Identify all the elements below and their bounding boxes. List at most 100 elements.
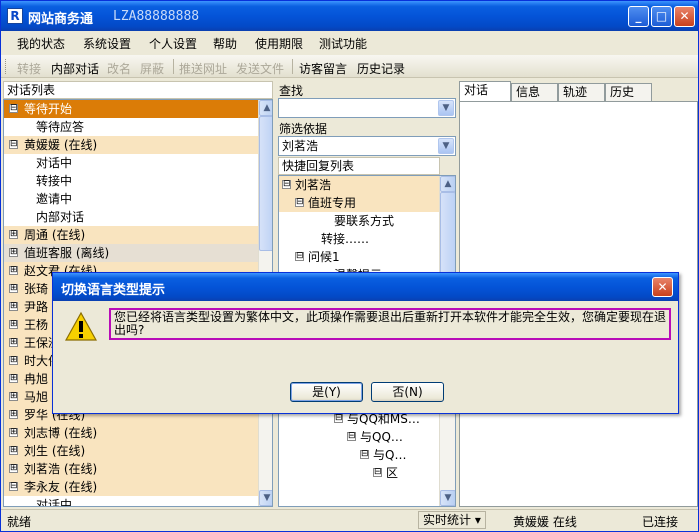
conversation-row-label: 尹路 bbox=[24, 300, 49, 314]
quick-reply-label: 值班专用 bbox=[308, 196, 357, 210]
expand-icon[interactable]: ⊞ bbox=[9, 410, 18, 419]
conversation-row-label: 张琦 bbox=[24, 282, 49, 296]
conversation-status-row[interactable]: 对话中 bbox=[4, 496, 258, 506]
expand-icon[interactable]: ⊞ bbox=[9, 284, 18, 293]
minimize-button[interactable]: _ bbox=[628, 6, 649, 27]
collapse-icon[interactable]: ⊟ bbox=[347, 432, 356, 441]
expand-icon[interactable]: ⊞ bbox=[9, 248, 18, 257]
search-combo[interactable]: ▼ bbox=[278, 98, 456, 118]
collapse-icon[interactable]: ⊟ bbox=[282, 180, 291, 189]
collapse-icon[interactable]: ⊟ bbox=[9, 104, 18, 113]
filter-combo-value: 刘茗浩 bbox=[282, 139, 319, 153]
conversation-row-label: 邀请中 bbox=[36, 192, 73, 206]
yes-button[interactable]: 是(Y) bbox=[290, 382, 363, 402]
conversation-group-row[interactable]: ⊞ 刘茗浩 (在线) bbox=[4, 460, 258, 478]
collapse-icon[interactable]: ⊟ bbox=[295, 198, 304, 207]
collapse-icon[interactable]: ⊟ bbox=[334, 414, 343, 423]
menu-system-settings[interactable]: 系统设置 bbox=[83, 35, 131, 52]
expand-icon[interactable]: ⊞ bbox=[9, 428, 18, 437]
scroll-up-arrow-icon[interactable]: ▲ bbox=[440, 176, 455, 192]
conversation-group-row[interactable]: ⊞ 周通 (在线) bbox=[4, 226, 258, 244]
quick-reply-row[interactable]: 要联系方式 bbox=[279, 212, 439, 230]
rename-button[interactable]: 改名 bbox=[107, 60, 131, 77]
conversation-group-row[interactable]: ⊞ 刘志博 (在线) bbox=[4, 424, 258, 442]
tab-info[interactable]: 信息 bbox=[511, 83, 558, 101]
push-url-button[interactable]: 推送网址 bbox=[179, 60, 227, 77]
conversation-row-label: 冉旭 bbox=[24, 372, 49, 386]
dialog-title-bar[interactable]: 切换语言类型提示 ✕ bbox=[53, 273, 678, 301]
expand-icon[interactable]: ⊞ bbox=[9, 230, 18, 239]
dialog-message: 您已经将语言类型设置为繁体中文，此项操作需要退出后重新打开本软件才能完全生效，您… bbox=[114, 310, 667, 337]
menu-usage-period[interactable]: 使用期限 bbox=[255, 35, 303, 52]
chevron-down-icon[interactable]: ▼ bbox=[438, 138, 454, 154]
conversation-status-row[interactable]: 转接中 bbox=[4, 172, 258, 190]
conversation-group-row[interactable]: ⊟ 黄媛媛 (在线) bbox=[4, 136, 258, 154]
scroll-up-arrow-icon[interactable]: ▲ bbox=[259, 100, 272, 116]
quick-reply-row[interactable]: ⊟ 与Q… bbox=[279, 446, 439, 464]
send-file-button[interactable]: 发送文件 bbox=[236, 60, 284, 77]
scroll-down-arrow-icon[interactable]: ▼ bbox=[440, 490, 455, 506]
collapse-icon[interactable]: ⊟ bbox=[9, 482, 18, 491]
expand-icon[interactable]: ⊞ bbox=[9, 320, 18, 329]
conversation-status-row[interactable]: 内部对话 bbox=[4, 208, 258, 226]
expand-icon[interactable]: ⊞ bbox=[9, 446, 18, 455]
menu-help[interactable]: 帮助 bbox=[213, 35, 237, 52]
expand-icon[interactable]: ⊞ bbox=[9, 302, 18, 311]
expand-icon[interactable]: ⊞ bbox=[9, 338, 18, 347]
tab-trail[interactable]: 轨迹 bbox=[558, 83, 605, 101]
chevron-down-icon[interactable]: ▼ bbox=[438, 100, 454, 116]
quick-reply-header: 快捷回复列表 bbox=[278, 157, 440, 175]
expand-icon[interactable]: ⊞ bbox=[9, 464, 18, 473]
quick-reply-label: 区 bbox=[386, 466, 399, 480]
visitor-messages-button[interactable]: 访客留言 bbox=[299, 60, 347, 77]
search-label: 查找 bbox=[279, 84, 304, 98]
collapse-icon[interactable]: ⊟ bbox=[9, 140, 18, 149]
toolbar-grip[interactable] bbox=[5, 59, 8, 74]
menu-personal-settings[interactable]: 个人设置 bbox=[149, 35, 197, 52]
collapse-icon[interactable]: ⊟ bbox=[360, 450, 369, 459]
no-button[interactable]: 否(N) bbox=[371, 382, 444, 402]
transfer-button[interactable]: 转接 bbox=[17, 60, 41, 77]
quick-reply-row[interactable]: ⊟ 刘茗浩 bbox=[279, 176, 439, 194]
quick-reply-row[interactable]: ⊟ 值班专用 bbox=[279, 194, 439, 212]
collapse-icon[interactable]: ⊟ bbox=[373, 468, 382, 477]
conversation-status-row[interactable]: 等待应答 bbox=[4, 118, 258, 136]
quick-reply-label: 与QQ… bbox=[360, 430, 403, 444]
expand-icon[interactable]: ⊞ bbox=[9, 356, 18, 365]
conversation-row-label: 内部对话 bbox=[36, 210, 85, 224]
menu-test-features[interactable]: 测试功能 bbox=[319, 35, 367, 52]
filter-combo[interactable]: 刘茗浩 ▼ bbox=[278, 136, 456, 156]
title-bar[interactable]: R 网站商务通 LZA88888888 _ □ ✕ bbox=[1, 1, 698, 31]
conversation-status-row[interactable]: 邀请中 bbox=[4, 190, 258, 208]
scroll-down-arrow-icon[interactable]: ▼ bbox=[259, 490, 272, 506]
stats-dropdown[interactable]: 实时统计 ▾ bbox=[418, 511, 486, 529]
conversation-group-row[interactable]: ⊟ 等待开始 bbox=[4, 100, 258, 118]
internal-chat-button[interactable]: 内部对话 bbox=[51, 60, 99, 77]
conversation-status-row[interactable]: 对话中 bbox=[4, 154, 258, 172]
menu-my-status[interactable]: 我的状态 bbox=[17, 35, 65, 52]
quick-reply-row[interactable]: ⊟ 区 bbox=[279, 464, 439, 482]
current-user-status: 黄媛媛 在线 bbox=[513, 515, 577, 529]
maximize-button[interactable]: □ bbox=[651, 6, 672, 27]
scroll-thumb[interactable] bbox=[259, 116, 272, 251]
tab-history[interactable]: 历史 bbox=[605, 83, 652, 101]
quick-reply-label: 与Q… bbox=[373, 448, 407, 462]
expand-icon[interactable]: ⊞ bbox=[9, 266, 18, 275]
conversation-group-row[interactable]: ⊞ 值班客服 (离线) bbox=[4, 244, 258, 262]
tab-chat[interactable]: 对话 bbox=[459, 81, 511, 101]
conversation-group-row[interactable]: ⊞ 刘生 (在线) bbox=[4, 442, 258, 460]
history-button[interactable]: 历史记录 bbox=[357, 60, 405, 77]
block-button[interactable]: 屏蔽 bbox=[140, 60, 164, 77]
dialog-title: 切换语言类型提示 bbox=[61, 283, 166, 298]
status-bar: 就绪 实时统计 ▾ 黄媛媛 在线 已连接 bbox=[1, 509, 698, 531]
expand-icon[interactable]: ⊞ bbox=[9, 374, 18, 383]
collapse-icon[interactable]: ⊟ bbox=[295, 252, 304, 261]
dialog-close-button[interactable]: ✕ bbox=[652, 277, 673, 297]
expand-icon[interactable]: ⊞ bbox=[9, 392, 18, 401]
quick-reply-row[interactable]: ⊟ 问候1 bbox=[279, 248, 439, 266]
close-button[interactable]: ✕ bbox=[674, 6, 695, 27]
quick-reply-row[interactable]: ⊟ 与QQ… bbox=[279, 428, 439, 446]
conversation-group-row[interactable]: ⊟ 李永友 (在线) bbox=[4, 478, 258, 496]
quick-reply-row[interactable]: 转接…… bbox=[279, 230, 439, 248]
account-id: LZA88888888 bbox=[113, 9, 200, 24]
